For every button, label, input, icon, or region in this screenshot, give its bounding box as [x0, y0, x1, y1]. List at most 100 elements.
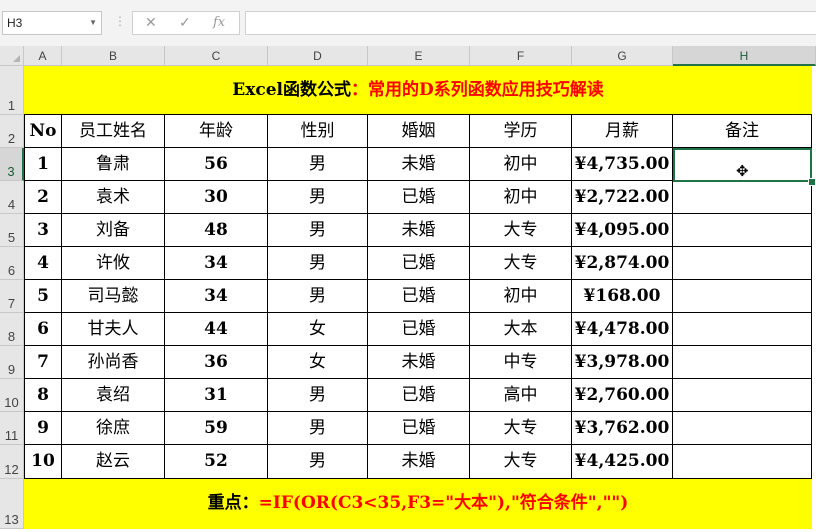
formula-input[interactable]	[245, 11, 816, 35]
row-header-11[interactable]: 11	[0, 412, 24, 445]
cell-e8[interactable]: 已婚	[368, 313, 470, 346]
cell-c4[interactable]: 30	[165, 181, 268, 214]
row-header-12[interactable]: 12	[0, 445, 24, 479]
cell-b9[interactable]: 孙尚香	[62, 346, 165, 379]
cell-e9[interactable]: 未婚	[368, 346, 470, 379]
cell-g2[interactable]: 月薪	[572, 115, 673, 148]
cell-c2[interactable]: 年龄	[165, 115, 268, 148]
row-header-6[interactable]: 6	[0, 247, 24, 280]
cell-h10[interactable]	[673, 379, 812, 412]
cell-g7[interactable]: ¥168.00	[572, 280, 673, 313]
cell-f11[interactable]: 大专	[470, 412, 572, 445]
row-header-5[interactable]: 5	[0, 214, 24, 247]
cell-a4[interactable]: 2	[24, 181, 62, 214]
row-header-10[interactable]: 10	[0, 379, 24, 412]
cell-b11[interactable]: 徐庶	[62, 412, 165, 445]
row-header-9[interactable]: 9	[0, 346, 24, 379]
cell-f7[interactable]: 初中	[470, 280, 572, 313]
cell-d10[interactable]: 男	[268, 379, 368, 412]
cell-b6[interactable]: 许攸	[62, 247, 165, 280]
insert-function-icon[interactable]: fx	[213, 15, 225, 30]
cell-a11[interactable]: 9	[24, 412, 62, 445]
fill-handle[interactable]	[808, 178, 816, 186]
cell-h2[interactable]: 备注	[673, 115, 812, 148]
cell-h11[interactable]	[673, 412, 812, 445]
cell-f2[interactable]: 学历	[470, 115, 572, 148]
cell-b3[interactable]: 鲁肃	[62, 148, 165, 181]
cell-b4[interactable]: 袁术	[62, 181, 165, 214]
cell-g8[interactable]: ¥4,478.00	[572, 313, 673, 346]
cell-d11[interactable]: 男	[268, 412, 368, 445]
cell-d7[interactable]: 男	[268, 280, 368, 313]
row-header-1[interactable]: 1	[0, 66, 24, 115]
cell-d3[interactable]: 男	[268, 148, 368, 181]
cell-e12[interactable]: 未婚	[368, 445, 470, 479]
cell-f6[interactable]: 大专	[470, 247, 572, 280]
select-all-corner[interactable]	[0, 46, 24, 66]
cell-c6[interactable]: 34	[165, 247, 268, 280]
cell-a10[interactable]: 8	[24, 379, 62, 412]
cell-g6[interactable]: ¥2,874.00	[572, 247, 673, 280]
cell-c12[interactable]: 52	[165, 445, 268, 479]
cell-c5[interactable]: 48	[165, 214, 268, 247]
cell-g11[interactable]: ¥3,762.00	[572, 412, 673, 445]
cell-e3[interactable]: 未婚	[368, 148, 470, 181]
cell-c9[interactable]: 36	[165, 346, 268, 379]
name-box[interactable]: H3 ▼	[2, 11, 102, 35]
cell-d5[interactable]: 男	[268, 214, 368, 247]
column-header-f[interactable]: F	[470, 46, 572, 66]
column-header-a[interactable]: A	[24, 46, 62, 66]
row-header-3[interactable]: 3	[0, 148, 24, 181]
cell-h4[interactable]	[673, 181, 812, 214]
cell-c11[interactable]: 59	[165, 412, 268, 445]
cell-e11[interactable]: 已婚	[368, 412, 470, 445]
cell-h9[interactable]	[673, 346, 812, 379]
column-header-c[interactable]: C	[165, 46, 268, 66]
cell-b2[interactable]: 员工姓名	[62, 115, 165, 148]
cell-c3[interactable]: 56	[165, 148, 268, 181]
cell-d6[interactable]: 男	[268, 247, 368, 280]
cell-f4[interactable]: 初中	[470, 181, 572, 214]
row-header-7[interactable]: 7	[0, 280, 24, 313]
cell-g3[interactable]: ¥4,735.00	[572, 148, 673, 181]
cell-b10[interactable]: 袁绍	[62, 379, 165, 412]
name-box-dropdown-icon[interactable]: ▼	[89, 12, 97, 34]
cell-h8[interactable]	[673, 313, 812, 346]
cell-c7[interactable]: 34	[165, 280, 268, 313]
cell-d8[interactable]: 女	[268, 313, 368, 346]
cell-a12[interactable]: 10	[24, 445, 62, 479]
cell-g12[interactable]: ¥4,425.00	[572, 445, 673, 479]
cell-b5[interactable]: 刘备	[62, 214, 165, 247]
enter-icon[interactable]: ✓	[179, 14, 191, 31]
cell-a9[interactable]: 7	[24, 346, 62, 379]
row-header-2[interactable]: 2	[0, 115, 24, 148]
cell-b12[interactable]: 赵云	[62, 445, 165, 479]
cell-b8[interactable]: 甘夫人	[62, 313, 165, 346]
cell-d2[interactable]: 性别	[268, 115, 368, 148]
cell-c8[interactable]: 44	[165, 313, 268, 346]
cell-a2[interactable]: No	[24, 115, 62, 148]
cell-h12[interactable]	[673, 445, 812, 479]
column-header-h[interactable]: H	[673, 46, 816, 66]
column-header-b[interactable]: B	[62, 46, 165, 66]
cell-f5[interactable]: 大专	[470, 214, 572, 247]
cell-e5[interactable]: 未婚	[368, 214, 470, 247]
cell-f3[interactable]: 初中	[470, 148, 572, 181]
cell-h7[interactable]	[673, 280, 812, 313]
column-header-g[interactable]: G	[572, 46, 673, 66]
cell-g4[interactable]: ¥2,722.00	[572, 181, 673, 214]
column-header-e[interactable]: E	[368, 46, 470, 66]
cell-d9[interactable]: 女	[268, 346, 368, 379]
cancel-icon[interactable]: ✕	[145, 14, 157, 31]
cell-d12[interactable]: 男	[268, 445, 368, 479]
row-header-8[interactable]: 8	[0, 313, 24, 346]
cell-a6[interactable]: 4	[24, 247, 62, 280]
cell-a3[interactable]: 1	[24, 148, 62, 181]
row-header-13[interactable]: 13	[0, 479, 24, 529]
cell-h6[interactable]	[673, 247, 812, 280]
cell-a5[interactable]: 3	[24, 214, 62, 247]
cell-f9[interactable]: 中专	[470, 346, 572, 379]
cell-e6[interactable]: 已婚	[368, 247, 470, 280]
cell-d4[interactable]: 男	[268, 181, 368, 214]
cell-f12[interactable]: 大专	[470, 445, 572, 479]
